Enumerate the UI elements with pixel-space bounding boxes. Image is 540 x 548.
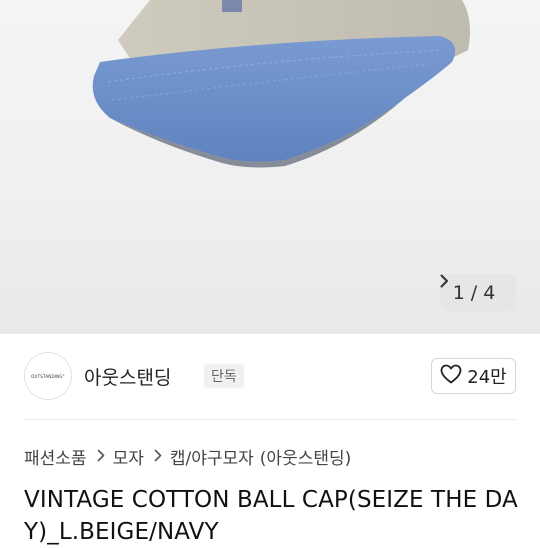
pager-total: 4 <box>483 281 496 304</box>
shop-logo-text: OUTSTANDING° <box>31 373 65 379</box>
exclusive-badge: 단독 <box>204 364 244 388</box>
pager-current: 1 <box>452 281 465 304</box>
like-button[interactable]: 24만 <box>431 358 516 394</box>
breadcrumb-item-hats[interactable]: 모자 <box>113 444 144 469</box>
breadcrumb-brand[interactable]: (아웃스탠딩) <box>260 444 351 469</box>
image-pager[interactable]: 1 / 4 <box>440 274 516 311</box>
shop-name[interactable]: 아웃스탠딩 <box>84 363 171 390</box>
breadcrumb-item-fashion-accessories[interactable]: 패션소품 <box>24 444 87 469</box>
like-count: 24만 <box>467 367 507 388</box>
shop-info-row: OUTSTANDING° 아웃스탠딩 단독 24만 <box>24 352 516 400</box>
breadcrumb: 패션소품 모자 캡/야구모자 (아웃스탠딩) <box>24 444 351 469</box>
product-image-carousel[interactable]: 1 / 4 <box>0 0 540 334</box>
heart-icon <box>440 364 462 389</box>
breadcrumb-item-caps[interactable]: 캡/야구모자 <box>170 444 254 469</box>
divider <box>24 419 516 420</box>
product-title: VINTAGE COTTON BALL CAP(SEIZE THE DAY)_L… <box>24 487 518 545</box>
pager-separator: / <box>470 281 478 304</box>
shop-logo[interactable]: OUTSTANDING° <box>24 352 72 400</box>
chevron-right-icon <box>97 448 105 466</box>
chevron-right-icon <box>154 448 162 466</box>
